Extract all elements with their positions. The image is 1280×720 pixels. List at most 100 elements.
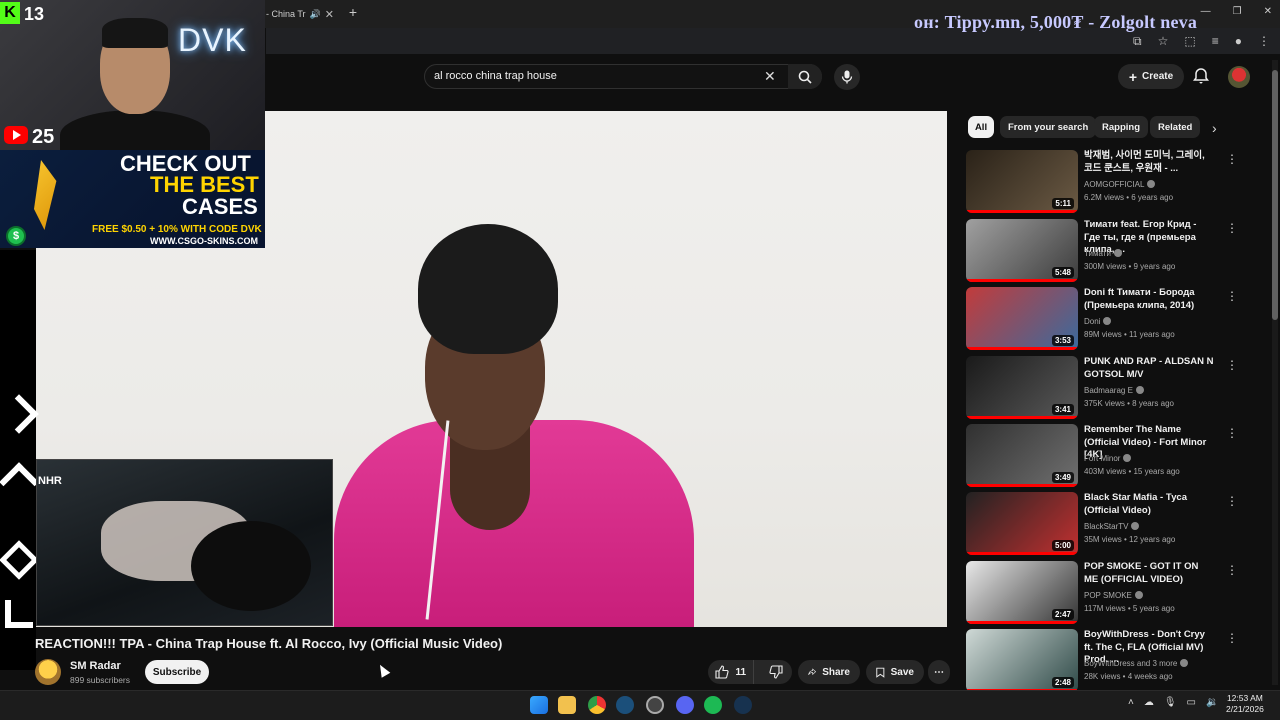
more-vertical-icon[interactable]: ⋮ — [1226, 289, 1238, 303]
video-duration: 3:53 — [1051, 335, 1074, 346]
channel-name[interactable]: SM Radar — [70, 660, 121, 672]
profile-icon[interactable]: ● — [1235, 34, 1242, 49]
dollar-coin-icon: $ — [6, 226, 26, 246]
picture-in-picture-video — [36, 459, 333, 626]
recommendation-channel[interactable]: POP SMOKE — [1084, 591, 1143, 600]
recommendation-channel[interactable]: Fort Minor — [1084, 454, 1132, 463]
user-avatar[interactable] — [1228, 66, 1250, 88]
like-count: 11 — [735, 666, 747, 678]
volume-icon[interactable]: 🔉 — [1206, 697, 1218, 708]
create-button[interactable]: + Create — [1118, 64, 1184, 89]
video-thumbnail[interactable]: 3:53 — [966, 287, 1078, 350]
voice-search-button[interactable] — [834, 64, 860, 90]
network-icon[interactable]: ☁ — [1144, 697, 1154, 708]
recommendation-title[interactable]: POP SMOKE - GOT IT ON ME (OFFICIAL VIDEO… — [1084, 561, 1214, 586]
recommendation-item[interactable]: 5:11 박재범, 사이먼 도미닉, 그레이, 코드 쿤스트, 우원재 - ...… — [966, 150, 1266, 214]
channel-avatar[interactable] — [35, 659, 61, 685]
chip-from-your-search[interactable]: From your search — [1000, 116, 1097, 138]
steam-icon[interactable] — [616, 696, 634, 714]
file-explorer-icon[interactable] — [558, 696, 576, 714]
close-window-button[interactable]: ✕ — [1264, 6, 1272, 17]
minimize-button[interactable]: — — [1201, 6, 1211, 17]
mic-tray-icon[interactable]: 🎙 — [1164, 697, 1177, 708]
spotify-icon[interactable] — [704, 696, 722, 714]
video-thumbnail[interactable]: 5:48 — [966, 219, 1078, 282]
recommendation-item[interactable]: 2:47 POP SMOKE - GOT IT ON ME (OFFICIAL V… — [966, 561, 1266, 625]
share-icon — [808, 668, 817, 676]
notifications-bell-icon[interactable] — [1192, 67, 1210, 85]
recommendation-item[interactable]: 5:00 Black Star Mafia - Туса (Official Vi… — [966, 492, 1266, 556]
chrome-icon[interactable] — [588, 696, 606, 714]
chevron-right-icon[interactable]: › — [1212, 120, 1217, 136]
windows-start-icon[interactable] — [530, 696, 548, 714]
tray-chevron-up-icon[interactable]: ˄ — [1128, 697, 1134, 708]
share-button[interactable]: Share — [798, 660, 860, 684]
more-vertical-icon[interactable]: ⋮ — [1226, 631, 1238, 645]
app-icon[interactable] — [646, 696, 664, 714]
save-button[interactable]: Save — [866, 660, 924, 684]
maximize-button[interactable]: ❐ — [1233, 6, 1242, 17]
like-button[interactable]: 11 — [708, 660, 755, 684]
video-thumbnail[interactable]: 2:48 — [966, 629, 1078, 692]
recommendation-item[interactable]: 3:41 PUNK AND RAP - ALDSAN N GOTSOL M/V Ba… — [966, 356, 1266, 420]
recommendation-title[interactable]: Black Star Mafia - Туса (Official Video) — [1084, 492, 1214, 517]
new-tab-button[interactable]: + — [346, 4, 360, 20]
taskbar-clock[interactable]: 12:53 AM 2/21/2026 — [1226, 693, 1264, 715]
recommendation-item[interactable]: 5:48 Тимати feat. Егор Крид - Где ты, где… — [966, 219, 1266, 283]
chip-all[interactable]: All — [968, 116, 994, 138]
video-thumbnail[interactable]: 2:47 — [966, 561, 1078, 624]
video-thumbnail[interactable]: 5:00 — [966, 492, 1078, 555]
deco-diamond-icon — [0, 540, 39, 580]
clock-date: 2/21/2026 — [1226, 704, 1264, 714]
chip-related[interactable]: Related — [1150, 116, 1201, 138]
more-vertical-icon[interactable]: ⋮ — [1226, 426, 1238, 440]
video-thumbnail[interactable]: 3:41 — [966, 356, 1078, 419]
video-thumbnail[interactable]: 3:49 — [966, 424, 1078, 487]
scrollbar-thumb[interactable] — [1272, 70, 1278, 320]
recommendation-title[interactable]: PUNK AND RAP - ALDSAN N GOTSOL M/V — [1084, 356, 1214, 381]
more-vertical-icon[interactable]: ⋮ — [1226, 221, 1238, 235]
watch-progress-bar — [966, 210, 1078, 213]
recommendation-channel[interactable]: Тимати — [1084, 249, 1122, 258]
clock-time: 12:53 AM — [1226, 693, 1263, 703]
save-label: Save — [890, 666, 914, 678]
recommendation-channel-name: Doni — [1084, 317, 1101, 326]
neon-logo: DVK — [178, 22, 247, 58]
steam-alt-icon[interactable] — [734, 696, 752, 714]
browser-tab[interactable]: - China Tr 🔊 ✕ — [266, 4, 342, 24]
recommendation-item[interactable]: 2:48 BoyWithDress - Don't Cryy ft. The C,… — [966, 629, 1266, 693]
more-vertical-icon[interactable]: ⋮ — [1226, 152, 1238, 166]
chip-rapping[interactable]: Rapping — [1094, 116, 1148, 138]
dislike-button[interactable] — [760, 660, 792, 684]
recommendation-channel[interactable]: Doni — [1084, 317, 1112, 326]
more-vertical-icon[interactable]: ⋮ — [1226, 563, 1238, 577]
pip-frame-shirt — [191, 521, 311, 611]
sponsor-headline-3: CASES — [182, 194, 258, 219]
search-button[interactable] — [788, 64, 822, 89]
bookmark-star-icon[interactable]: ☆ — [1158, 34, 1169, 49]
discord-icon[interactable] — [676, 696, 694, 714]
recommendation-title[interactable]: Doni ft Тимати - Борода (Премьера клипа,… — [1084, 287, 1214, 312]
clear-search-icon[interactable]: ✕ — [764, 68, 776, 85]
more-vertical-icon[interactable]: ⋮ — [1226, 358, 1238, 372]
recommendation-channel[interactable]: BoyWithDress and 3 more — [1084, 659, 1189, 668]
display-icon[interactable]: ▭ — [1187, 697, 1196, 708]
browser-menu-icon[interactable]: ⋮ — [1258, 34, 1270, 49]
recommendation-item[interactable]: 3:49 Remember The Name (Official Video) -… — [966, 424, 1266, 488]
tab-close-icon[interactable]: ✕ — [325, 8, 334, 21]
cast-icon[interactable]: ⧉ — [1133, 34, 1142, 49]
more-vertical-icon[interactable]: ⋮ — [1226, 494, 1238, 508]
playlist-icon[interactable]: ≡ — [1212, 34, 1219, 49]
extensions-icon[interactable]: ⬚ — [1184, 34, 1195, 49]
recommendation-meta: 89M views • 11 years ago — [1084, 330, 1175, 339]
recommendation-channel[interactable]: BlackStarTV — [1084, 522, 1140, 531]
video-duration: 5:00 — [1051, 540, 1074, 551]
subscribe-button[interactable]: Subscribe — [145, 660, 209, 684]
recommendation-channel[interactable]: Badmaarag E — [1084, 386, 1144, 395]
video-thumbnail[interactable]: 5:11 — [966, 150, 1078, 213]
recommendation-channel[interactable]: AOMGOFFICIAL — [1084, 180, 1156, 189]
video-duration: 5:11 — [1052, 198, 1074, 209]
recommendation-item[interactable]: 3:53 Doni ft Тимати - Борода (Премьера кл… — [966, 287, 1266, 351]
more-actions-button[interactable]: ⋯ — [928, 660, 950, 684]
recommendation-title[interactable]: 박재범, 사이먼 도미닉, 그레이, 코드 쿤스트, 우원재 - ... — [1084, 150, 1214, 175]
